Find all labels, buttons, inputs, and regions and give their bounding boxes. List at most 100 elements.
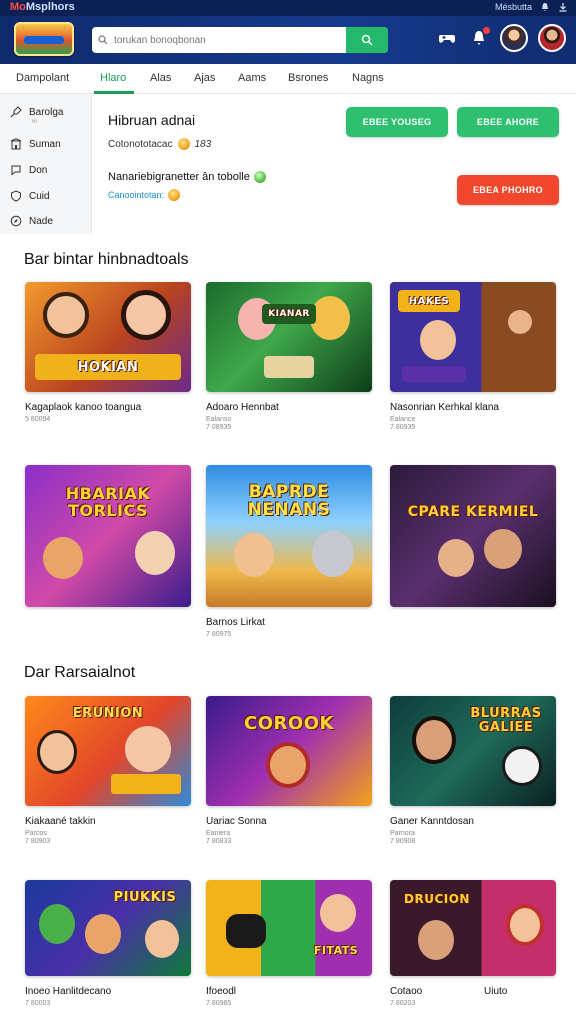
game-title: Barnos Lirkat — [206, 617, 265, 628]
tab-dampolant[interactable]: Dampolant — [16, 72, 69, 84]
sidebar-item-barolga[interactable]: Barolga — [10, 106, 63, 118]
game-title: Kiakaané takkin — [25, 816, 96, 827]
promo-subtitle: Cotonototacac 183 — [108, 138, 211, 150]
game-card[interactable]: ERUNION Kiakaané takkin Parcos 7 80903 — [25, 696, 191, 845]
shield-icon — [11, 190, 21, 202]
game-art-title: BAPRDE NENANS — [247, 482, 331, 520]
game-thumbnail[interactable]: FITATS — [206, 880, 372, 976]
game-card[interactable]: COROOK Uariac Sonna Eaniera 7 80833 — [206, 696, 372, 845]
game-art-title: HAKES — [398, 290, 460, 312]
game-art-title: COROOK — [244, 712, 334, 734]
game-meta-secondary: 7 80935 — [390, 424, 416, 431]
game-meta: 5 80094 — [25, 416, 51, 423]
magnifier-icon — [92, 27, 114, 53]
danger-action-button[interactable]: EBEA PHOHRO — [457, 175, 559, 205]
search-button[interactable] — [346, 27, 388, 53]
game-thumbnail[interactable]: DRUCION — [390, 880, 556, 976]
game-card[interactable]: BAPRDE NENANS Barnos Lirkat 7 80975 — [206, 465, 372, 638]
game-thumbnail[interactable]: BLURRAS GALIEE — [390, 696, 556, 806]
bell-icon[interactable] — [540, 2, 550, 12]
primary-action-button[interactable]: EBEE YOUSEG — [346, 107, 448, 137]
avatar[interactable] — [500, 24, 528, 52]
game-thumbnail[interactable]: ERUNION — [25, 696, 191, 806]
game-thumbnail[interactable]: HAKES — [390, 282, 556, 392]
compass-icon — [10, 215, 22, 227]
game-art-title: PIUKKIS — [113, 889, 177, 905]
game-thumbnail[interactable]: KIANAR — [206, 282, 372, 392]
game-art-title: FITATS — [313, 943, 359, 957]
active-tab-indicator — [94, 91, 134, 94]
game-meta-secondary: 7 80908 — [390, 838, 416, 845]
game-card[interactable]: BLURRAS GALIEE Ganer Kanntdosan Parnora … — [390, 696, 556, 845]
tab-alas[interactable]: Alas — [150, 72, 171, 84]
promo-link[interactable]: Canoointotan: — [108, 189, 181, 201]
search-input[interactable] — [114, 27, 346, 53]
profile-avatar[interactable] — [538, 24, 566, 52]
game-meta: 7 80003 — [25, 1000, 51, 1007]
game-thumbnail[interactable]: CPARE KERMIEL — [390, 465, 556, 607]
notification-icon[interactable] — [468, 27, 490, 49]
game-meta: 7 80975 — [206, 631, 232, 638]
game-thumbnail[interactable]: HOKIAN — [25, 282, 191, 392]
game-title: Uariac Sonna — [206, 816, 267, 827]
sidebar-item-don[interactable]: Don — [10, 164, 47, 176]
coin-icon — [177, 138, 190, 150]
game-title: Kagaplaok kanoo toangua — [25, 402, 142, 413]
promo-line: Nanariebigranetter ân tobolle — [108, 171, 266, 183]
game-meta-secondary: 7 80903 — [25, 838, 51, 845]
notification-badge — [483, 27, 490, 34]
game-card[interactable]: CPARE KERMIEL — [390, 465, 556, 607]
game-thumbnail[interactable]: PIUKKIS — [25, 880, 191, 976]
tab-ajas[interactable]: Ajas — [194, 72, 215, 84]
game-thumbnail[interactable]: COROOK — [206, 696, 372, 806]
game-art-title: ERUNION — [72, 705, 144, 721]
game-art-title: KIANAR — [262, 304, 316, 324]
tab-bsrones[interactable]: Bsrones — [288, 72, 328, 84]
game-meta: 7 80203 — [390, 1000, 416, 1007]
sidebar: Barolga ˣᵒ Suman Don Cuid Nade — [0, 94, 92, 234]
game-thumbnail[interactable]: HBARIAK TORLICS — [25, 465, 191, 607]
game-meta: Eaniera — [206, 830, 231, 837]
game-card[interactable]: HBARIAK TORLICS — [25, 465, 191, 607]
gamepad-icon[interactable] — [436, 27, 458, 49]
search-icon — [361, 34, 373, 46]
game-title: Ifoeodl — [206, 986, 237, 997]
status-area: Mésbutta — [495, 2, 568, 12]
game-card[interactable]: DRUCION Cotaoo Uiuto 7 80203 — [390, 880, 556, 1007]
sidebar-item-suman[interactable]: Suman — [10, 138, 61, 150]
status-strip: MoMsplhors Mésbutta — [0, 0, 576, 16]
game-card[interactable]: FITATS Ifoeodl 7 80985 — [206, 880, 372, 1007]
promo-title: Hibruan adnai — [108, 112, 196, 128]
game-meta-secondary: 7 80833 — [206, 838, 232, 845]
sidebar-item-cuid[interactable]: Cuid — [10, 190, 50, 202]
sidebar-item-label: Don — [29, 164, 48, 176]
game-card[interactable]: HOKIAN Kagaplaok kanoo toangua 5 80094 — [25, 282, 191, 423]
promo-line-text: Nanariebigranetter ân tobolle — [108, 171, 250, 183]
game-art-title: BLURRAS GALIEE — [470, 706, 542, 735]
game-art-title: DRUCION — [404, 892, 470, 906]
tab-hlaro[interactable]: Hlaro — [100, 72, 126, 84]
game-meta-secondary: 7 08935 — [206, 424, 232, 431]
game-thumbnail[interactable]: BAPRDE NENANS — [206, 465, 372, 607]
brand-name[interactable]: MoMsplhors — [10, 1, 75, 13]
app-logo[interactable] — [14, 22, 74, 56]
gem-icon — [253, 171, 266, 183]
game-meta: Ealanso — [206, 416, 232, 423]
game-art-title: HBARIAK TORLICS — [65, 484, 151, 520]
coin-count: 183 — [194, 138, 212, 150]
tab-aams[interactable]: Aams — [238, 72, 266, 84]
game-card[interactable]: HAKES Nasonrian Kerhkal klana Ealance 7 … — [390, 282, 556, 431]
game-card[interactable]: PIUKKIS Inoeo Hanlitdecano 7 80003 — [25, 880, 191, 1007]
game-title: Cotaoo — [390, 986, 423, 997]
pin-icon — [10, 106, 22, 118]
game-card[interactable]: KIANAR Adoaro Hennbat Ealanso 7 08935 — [206, 282, 372, 431]
section-title: Dar Rarsaialnot — [24, 664, 136, 681]
promo-link-text: Canoointotan: — [108, 190, 165, 200]
secondary-action-button[interactable]: EBEE AHORE — [457, 107, 559, 137]
sidebar-item-nade[interactable]: Nade — [10, 215, 53, 227]
coin-icon — [168, 189, 181, 201]
game-title: Nasonrian Kerhkal klana — [390, 402, 499, 413]
top-actions — [436, 24, 566, 52]
download-icon[interactable] — [558, 2, 568, 12]
tab-nagns[interactable]: Nagns — [352, 72, 384, 84]
